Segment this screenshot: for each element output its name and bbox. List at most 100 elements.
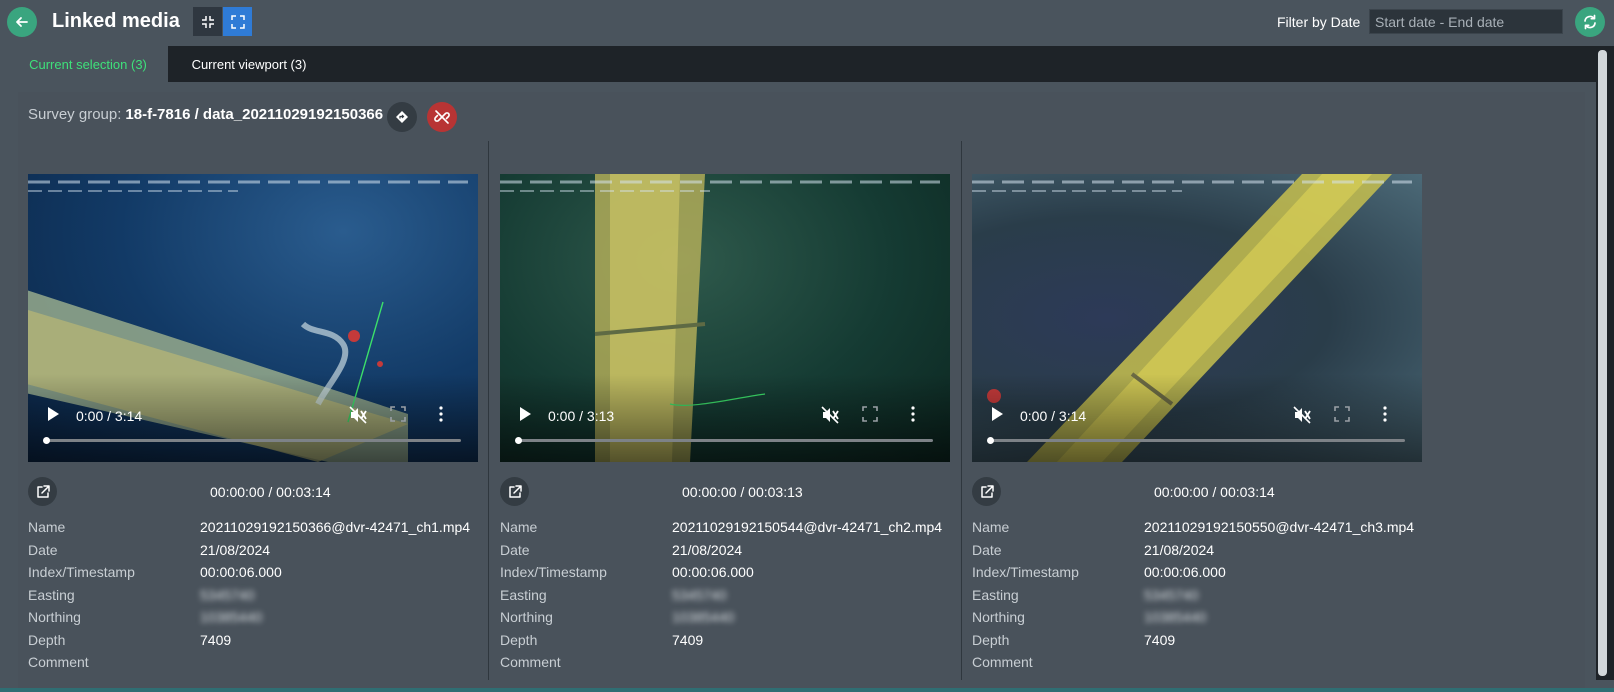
- meta-label-name: Name: [500, 519, 538, 535]
- meta-value-easting: 5345740: [672, 587, 727, 603]
- video-player[interactable]: 0:00 / 3:14: [972, 174, 1422, 462]
- meta-value-timestamp: 00:00:06.000: [200, 564, 282, 580]
- meta-value-name: 20211029192150544@dvr-42471_ch2.mp4: [672, 519, 943, 535]
- expand-view-button[interactable]: [223, 7, 252, 36]
- meta-label-comment: Comment: [500, 654, 561, 670]
- meta-label-date: Date: [28, 542, 58, 558]
- video-progress-track[interactable]: [989, 439, 1405, 442]
- meta-label-comment: Comment: [972, 654, 1033, 670]
- meta-value-name: 20211029192150550@dvr-42471_ch3.mp4: [1144, 519, 1415, 535]
- meta-label-northing: Northing: [28, 609, 81, 625]
- meta-label-name: Name: [972, 519, 1010, 535]
- refresh-button[interactable]: [1575, 7, 1605, 37]
- video-progress-handle[interactable]: [987, 437, 994, 444]
- media-card: 0:00 / 3:14 00:00:00 / 00:03:14 Name 202…: [28, 174, 478, 684]
- play-icon[interactable]: [518, 406, 532, 422]
- column-divider: [961, 141, 962, 680]
- meta-label-comment: Comment: [28, 654, 89, 670]
- meta-value-northing: 10385440: [672, 609, 735, 625]
- meta-value-depth: 7409: [672, 632, 704, 648]
- mute-icon[interactable]: [1292, 405, 1312, 425]
- video-progress-track[interactable]: [517, 439, 933, 442]
- more-vertical-icon[interactable]: [1382, 406, 1388, 422]
- locate-icon: [396, 111, 408, 123]
- meta-value-date: 21/08/2024: [1144, 542, 1215, 558]
- meta-label-timestamp: Index/Timestamp: [28, 564, 135, 580]
- page-title: Linked media: [52, 10, 180, 32]
- open-external-button[interactable]: [28, 477, 57, 506]
- meta-label-depth: Depth: [28, 632, 66, 648]
- unlink-button[interactable]: [427, 102, 457, 132]
- playback-time-readout: 00:00:00 / 00:03:13: [682, 484, 803, 500]
- more-vertical-icon[interactable]: [438, 406, 444, 422]
- video-progress-handle[interactable]: [43, 437, 50, 444]
- external-link-icon: [36, 484, 50, 498]
- column-divider: [488, 141, 489, 680]
- collapse-icon: [201, 15, 214, 28]
- external-link-icon: [980, 484, 994, 498]
- video-time: 0:00 / 3:14: [76, 408, 143, 424]
- scrollbar-thumb[interactable]: [1598, 50, 1607, 676]
- meta-value-date: 21/08/2024: [672, 542, 743, 558]
- video-time: 0:00 / 3:13: [548, 408, 615, 424]
- back-arrow-icon: [16, 17, 28, 27]
- more-vertical-icon[interactable]: [910, 406, 916, 422]
- meta-value-easting: 5345740: [200, 587, 255, 603]
- tab-current-viewport[interactable]: Current viewport (3): [168, 46, 330, 82]
- fullscreen-icon[interactable]: [862, 406, 878, 422]
- media-card: 0:00 / 3:13 00:00:00 / 00:03:13 Name 202…: [500, 174, 950, 684]
- playback-time-readout: 00:00:00 / 00:03:14: [210, 484, 331, 500]
- meta-label-name: Name: [28, 519, 66, 535]
- mute-icon[interactable]: [820, 405, 840, 425]
- date-range-input[interactable]: [1369, 9, 1563, 34]
- meta-label-depth: Depth: [972, 632, 1010, 648]
- video-progress-track[interactable]: [45, 439, 461, 442]
- header-bar: Linked media Filter by Date: [0, 0, 1614, 44]
- mute-icon[interactable]: [348, 405, 368, 425]
- unlink-icon: [434, 110, 450, 124]
- collapse-view-button[interactable]: [193, 7, 222, 36]
- meta-label-depth: Depth: [500, 632, 538, 648]
- meta-value-name: 20211029192150366@dvr-42471_ch1.mp4: [200, 519, 471, 535]
- open-external-button[interactable]: [972, 477, 1001, 506]
- video-player[interactable]: 0:00 / 3:13: [500, 174, 950, 462]
- tab-bar: Current selection (3) Current viewport (…: [8, 46, 1596, 82]
- meta-label-timestamp: Index/Timestamp: [972, 564, 1079, 580]
- meta-value-northing: 10385440: [200, 609, 263, 625]
- meta-label-easting: Easting: [500, 587, 547, 603]
- playback-time-readout: 00:00:00 / 00:03:14: [1154, 484, 1275, 500]
- survey-group: Survey group: 18-f-7816 / data_202110291…: [28, 106, 383, 123]
- meta-value-timestamp: 00:00:06.000: [672, 564, 754, 580]
- meta-label-timestamp: Index/Timestamp: [500, 564, 607, 580]
- open-external-button[interactable]: [500, 477, 529, 506]
- meta-label-northing: Northing: [500, 609, 553, 625]
- survey-group-value: 18-f-7816 / data_20211029192150366: [125, 106, 384, 123]
- meta-label-date: Date: [500, 542, 530, 558]
- expand-icon: [230, 14, 245, 29]
- meta-value-depth: 7409: [200, 632, 232, 648]
- external-link-icon: [508, 484, 522, 498]
- fullscreen-icon[interactable]: [1334, 406, 1350, 422]
- video-player[interactable]: 0:00 / 3:14: [28, 174, 478, 462]
- video-time: 0:00 / 3:14: [1020, 408, 1087, 424]
- meta-value-northing: 10385440: [1144, 609, 1207, 625]
- meta-value-depth: 7409: [1144, 632, 1176, 648]
- meta-value-date: 21/08/2024: [200, 542, 271, 558]
- meta-value-easting: 5345740: [1144, 587, 1199, 603]
- meta-label-date: Date: [972, 542, 1002, 558]
- fullscreen-icon[interactable]: [390, 406, 406, 422]
- back-button[interactable]: [7, 7, 37, 37]
- tab-current-selection[interactable]: Current selection (3): [8, 46, 168, 82]
- survey-group-label: Survey group:: [28, 106, 122, 123]
- filter-by-date-label: Filter by Date: [1277, 14, 1361, 30]
- meta-label-easting: Easting: [28, 587, 75, 603]
- video-progress-handle[interactable]: [515, 437, 522, 444]
- media-card: 0:00 / 3:14 00:00:00 / 00:03:14 Name 202…: [972, 174, 1422, 684]
- bottom-edge-bar: [0, 688, 1614, 692]
- meta-label-northing: Northing: [972, 609, 1025, 625]
- refresh-icon: [1584, 14, 1596, 30]
- play-icon[interactable]: [46, 406, 60, 422]
- locate-button[interactable]: [387, 102, 417, 132]
- play-icon[interactable]: [990, 406, 1004, 422]
- meta-label-easting: Easting: [972, 587, 1019, 603]
